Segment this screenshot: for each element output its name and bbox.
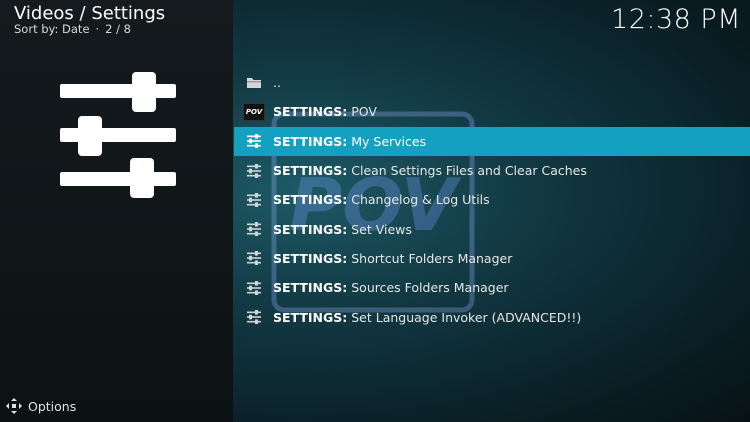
options-button[interactable]: Options <box>6 398 76 414</box>
settings-prefix: SETTINGS: <box>273 104 348 120</box>
list-item-label: .. <box>273 75 281 91</box>
settings-sliders-icon <box>60 72 176 198</box>
sort-label[interactable]: Sort by: Date <box>14 22 90 36</box>
list-item-pov[interactable]: POV SETTINGS: POV <box>234 97 750 126</box>
list-item-my-services[interactable]: SETTINGS: My Services <box>234 126 750 156</box>
left-panel: Videos / Settings Sort by: Date · 2 / 8 Op… <box>0 0 233 422</box>
settings-prefix: SETTINGS: <box>273 133 348 149</box>
options-arrows-icon <box>6 398 22 414</box>
list-item-label: Shortcut Folders Manager <box>347 250 513 266</box>
page-title: Videos / Settings <box>14 3 166 24</box>
sliders-icon <box>247 310 261 325</box>
list-item-changelog[interactable]: SETTINGS: Changelog & Log Utils <box>234 185 750 214</box>
list-item-label: Changelog & Log Utils <box>347 192 490 208</box>
sort-info: Sort by: Date · 2 / 8 <box>14 22 131 36</box>
list-item-sources-folders[interactable]: SETTINGS: Sources Folders Manager <box>234 273 750 302</box>
list-item-clean-settings[interactable]: SETTINGS: Clean Settings Files and Clear… <box>234 156 750 185</box>
list-item-language-invoker[interactable]: SETTINGS: Set Language Invoker (ADVANCED… <box>234 302 750 331</box>
list-item-label: Sources Folders Manager <box>347 280 509 296</box>
settings-list: .. POV SETTINGS: POV SETTINGS: My Servic… <box>234 68 750 332</box>
settings-prefix: SETTINGS: <box>273 163 348 179</box>
sliders-icon <box>247 251 261 266</box>
list-item-label: Set Language Invoker (ADVANCED!!) <box>347 309 582 325</box>
list-item-label: POV <box>347 104 377 120</box>
sliders-icon <box>247 280 261 295</box>
sliders-icon <box>247 163 261 178</box>
settings-prefix: SETTINGS: <box>273 309 348 325</box>
sliders-icon <box>247 192 261 207</box>
sliders-icon <box>247 134 261 149</box>
pov-thumbnail-icon: POV <box>243 102 265 121</box>
list-item-shortcut-folders[interactable]: SETTINGS: Shortcut Folders Manager <box>234 244 750 273</box>
kodi-window: Videos / Settings Sort by: Date · 2 / 8 Op… <box>0 0 750 422</box>
list-item-parent[interactable]: .. <box>234 68 750 97</box>
settings-prefix: SETTINGS: <box>273 192 348 208</box>
list-item-label: Set Views <box>347 221 412 237</box>
list-item-set-views[interactable]: SETTINGS: Set Views <box>234 214 750 243</box>
sliders-icon <box>247 222 261 237</box>
settings-prefix: SETTINGS: <box>273 250 348 266</box>
item-position: 2 / 8 <box>105 22 131 36</box>
clock: 12:38 PM <box>611 4 741 35</box>
options-label: Options <box>28 398 77 414</box>
list-item-label: Clean Settings Files and Clear Caches <box>347 163 587 179</box>
sort-separator: · <box>95 22 100 36</box>
list-item-label: My Services <box>347 133 427 149</box>
settings-prefix: SETTINGS: <box>273 221 348 237</box>
settings-prefix: SETTINGS: <box>273 280 348 296</box>
folder-icon <box>247 78 261 89</box>
